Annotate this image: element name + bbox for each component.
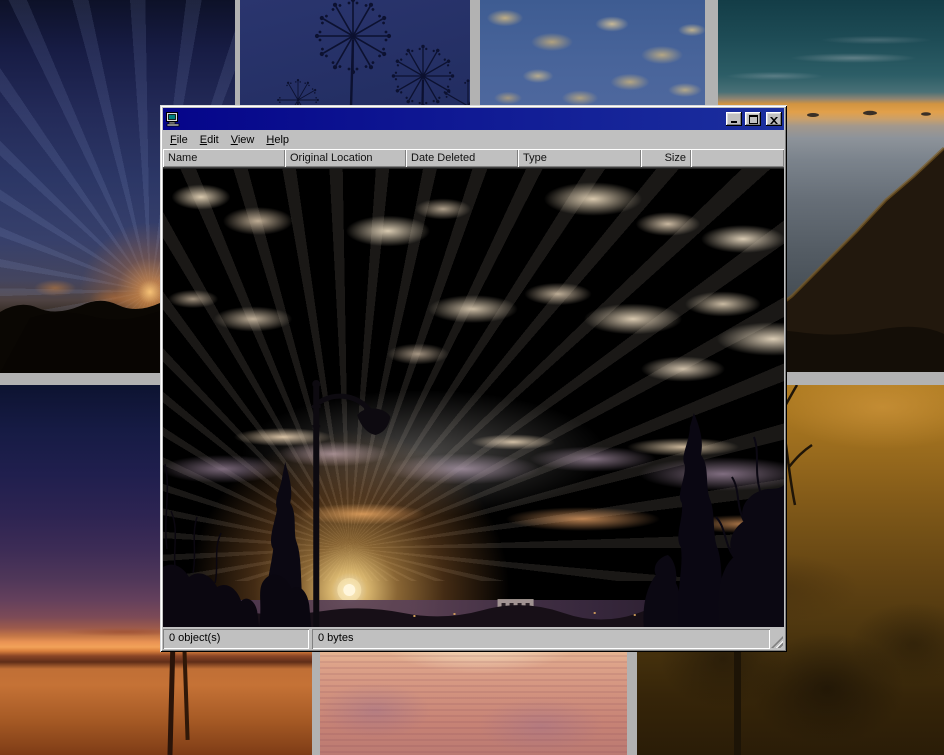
- file-list-view[interactable]: [163, 168, 784, 627]
- maximize-icon: [749, 115, 758, 124]
- photo-foreground-silhouettes: [163, 169, 784, 627]
- maximize-button[interactable]: [745, 112, 761, 126]
- recycle-bin-window: File Edit View Help Name Original Locati…: [160, 105, 787, 652]
- menu-help[interactable]: Help: [260, 132, 295, 148]
- status-size: 0 bytes: [312, 629, 770, 649]
- minimize-button[interactable]: [726, 112, 742, 126]
- computer-icon: [165, 111, 181, 127]
- right-trees-silhouette: [643, 413, 784, 627]
- cypress-tree-silhouette: [259, 462, 311, 627]
- minimize-icon: [731, 121, 737, 123]
- column-header-type[interactable]: Type: [518, 149, 641, 167]
- column-header-date-deleted[interactable]: Date Deleted: [406, 149, 518, 167]
- column-header-row: Name Original Location Date Deleted Type…: [163, 149, 784, 168]
- menu-edit[interactable]: Edit: [194, 132, 225, 148]
- status-bar: 0 object(s) 0 bytes: [163, 629, 784, 649]
- menu-bar: File Edit View Help: [163, 130, 784, 149]
- column-header-original-location[interactable]: Original Location: [285, 149, 406, 167]
- column-header-size[interactable]: Size: [641, 149, 691, 167]
- status-object-count: 0 object(s): [163, 629, 309, 649]
- menu-file[interactable]: File: [164, 132, 194, 148]
- column-header-name[interactable]: Name: [163, 149, 285, 167]
- left-bush-silhouette: [163, 464, 259, 627]
- menu-view[interactable]: View: [225, 132, 261, 148]
- close-button[interactable]: [766, 112, 782, 126]
- close-icon: [770, 117, 778, 124]
- column-header-filler: [691, 149, 784, 167]
- window-titlebar[interactable]: [163, 108, 784, 130]
